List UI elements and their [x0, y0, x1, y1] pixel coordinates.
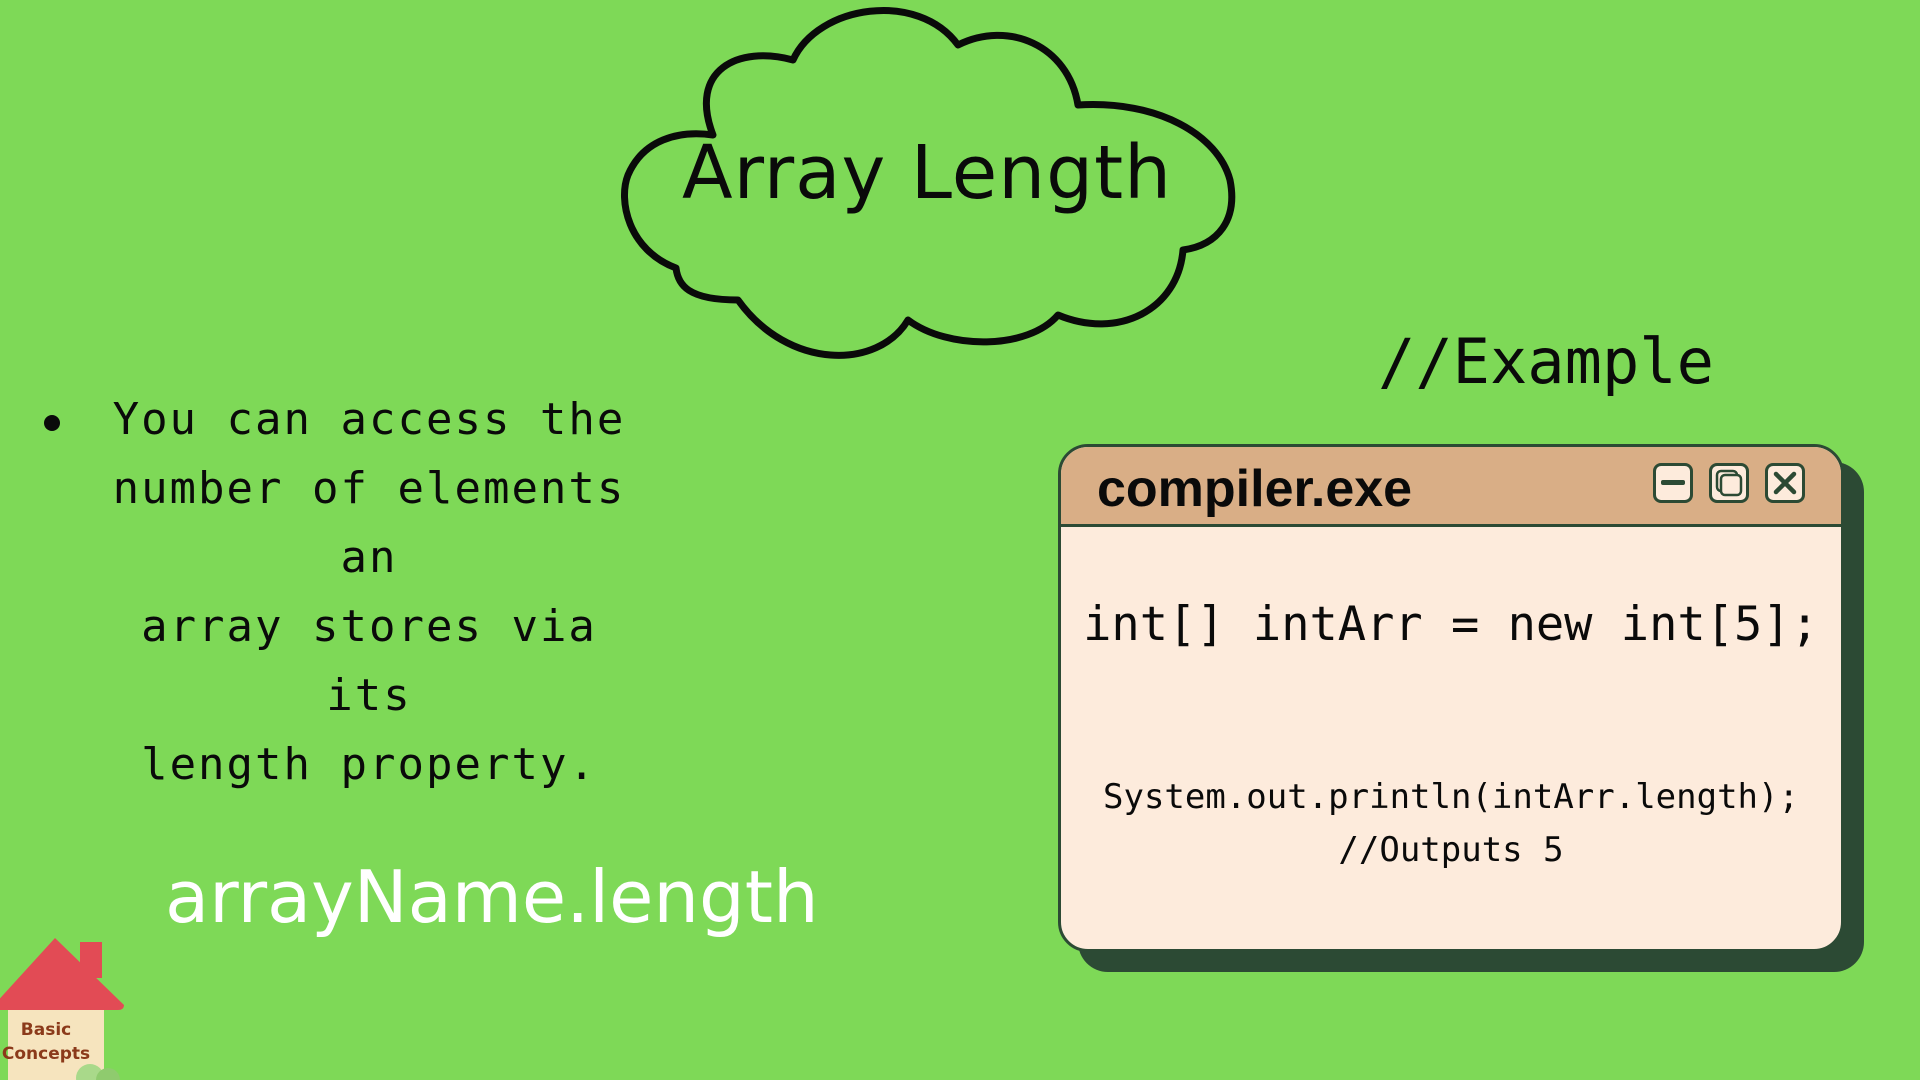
badge-label-line1: Basic [20, 1020, 72, 1040]
bullet-dot-icon [44, 415, 60, 431]
window-title: compiler.exe [1097, 460, 1413, 518]
compiler-window: compiler.exe int[] intArr = new int[5]; … [1058, 444, 1844, 952]
restore-button[interactable] [1709, 463, 1749, 503]
badge-label-line2: Concepts [1, 1044, 91, 1064]
code-line-print: System.out.println(intArr.length); [1103, 777, 1799, 817]
bullet-text: You can access the number of elements an… [112, 394, 626, 790]
code-line-declaration: int[] intArr = new int[5]; [1083, 597, 1819, 652]
basic-concepts-badge[interactable]: Basic Concepts [0, 930, 130, 1080]
window-titlebar[interactable]: compiler.exe [1061, 447, 1841, 527]
minimize-icon [1661, 480, 1685, 485]
example-label: //Example [1378, 325, 1714, 398]
page-title: Array Length [681, 130, 1173, 216]
restore-icon [1715, 469, 1743, 497]
badge-label: Basic Concepts [0, 1018, 92, 1066]
close-icon [1773, 471, 1797, 495]
minimize-button[interactable] [1653, 463, 1693, 503]
title-cloud: Array Length [618, 0, 1236, 368]
close-button[interactable] [1765, 463, 1805, 503]
syntax-example: arrayName.length [165, 855, 819, 939]
code-line-comment: //Outputs 5 [1338, 830, 1564, 870]
